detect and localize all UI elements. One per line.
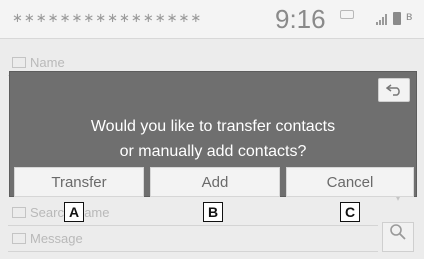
transfer-contacts-dialog: Would you like to transfer contacts or m… [9,71,417,197]
callout-label-a: A [64,202,84,222]
signal-icon [376,13,390,25]
list-item: Message [8,225,378,252]
callout-label-c: C [340,202,360,222]
list-item-icon [12,207,26,218]
battery-icon [393,12,401,25]
search-icon[interactable] [382,222,414,252]
cancel-button[interactable]: Cancel [286,167,414,197]
status-dots: ∗∗∗∗∗∗∗∗∗∗∗∗∗∗∗∗ [12,10,203,25]
dialog-message-line1: Would you like to transfer contacts [90,118,336,135]
callout-label-b: B [203,202,223,222]
back-button[interactable] [378,78,410,102]
add-button[interactable]: Add [150,167,280,197]
back-arrow-icon [386,84,400,96]
bluetooth-icon: ʙ [406,9,413,23]
status-bar: ∗∗∗∗∗∗∗∗∗∗∗∗∗∗∗∗ 9:16 ʙ [0,0,424,39]
screen: ∗∗∗∗∗∗∗∗∗∗∗∗∗∗∗∗ 9:16 ʙ Name Search Name… [0,0,424,259]
transfer-button[interactable]: Transfer [14,167,144,197]
list-item-icon [12,57,26,68]
dialog-message-line2: or manually add contacts? [119,143,307,160]
list-item-icon [12,233,26,244]
status-tag-icon [340,10,354,19]
dialog-message: Would you like to transfer contacts or m… [10,114,416,164]
clock: 9:16 [275,4,326,34]
